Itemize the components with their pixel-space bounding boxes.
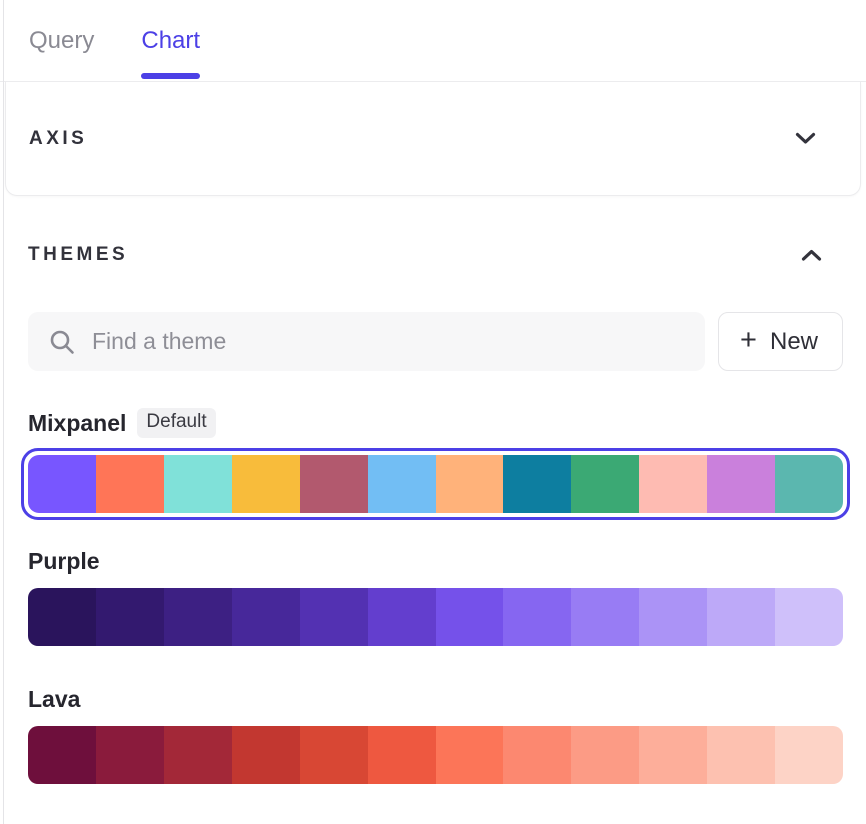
- color-swatch: [368, 455, 436, 513]
- color-swatch: [232, 726, 300, 784]
- color-swatch: [28, 588, 96, 646]
- panel-left-border: [3, 0, 4, 824]
- color-swatch: [164, 588, 232, 646]
- color-swatch: [775, 588, 843, 646]
- color-swatch: [571, 588, 639, 646]
- color-swatch: [96, 455, 164, 513]
- color-swatch: [436, 726, 504, 784]
- color-swatch: [707, 726, 775, 784]
- new-theme-button[interactable]: + New: [718, 312, 843, 371]
- color-swatch: [96, 726, 164, 784]
- color-swatch: [368, 726, 436, 784]
- axis-section-header[interactable]: AXIS: [5, 82, 861, 196]
- color-swatch: [232, 455, 300, 513]
- color-swatch: [28, 726, 96, 784]
- tab-chart[interactable]: Chart: [141, 0, 200, 81]
- theme-list: MixpanelDefaultPurpleLavaMist: [28, 408, 843, 824]
- theme-swatch-strip[interactable]: [28, 588, 843, 646]
- color-swatch: [707, 588, 775, 646]
- color-swatch: [164, 726, 232, 784]
- theme-swatch-strip[interactable]: [21, 448, 850, 520]
- theme-row-mixpanel: Mixpanel Default: [28, 408, 843, 520]
- default-badge: Default: [137, 408, 215, 438]
- chart-settings-panel: Query Chart AXIS THEMES + New: [0, 0, 866, 824]
- chevron-up-icon: [801, 249, 822, 262]
- theme-row-purple: Purple: [28, 546, 843, 646]
- swatch-container: [28, 588, 843, 646]
- search-icon: [49, 329, 75, 355]
- theme-toolbar: + New: [28, 312, 843, 371]
- theme-row-lava: Lava: [28, 684, 843, 784]
- theme-swatch-strip[interactable]: [28, 726, 843, 784]
- color-swatch: [503, 455, 571, 513]
- color-swatch: [164, 455, 232, 513]
- color-swatch: [368, 588, 436, 646]
- tab-query[interactable]: Query: [29, 0, 94, 81]
- plus-icon: +: [740, 326, 757, 355]
- chevron-down-icon: [795, 132, 816, 145]
- color-swatch: [775, 726, 843, 784]
- themes-section-header[interactable]: THEMES: [28, 226, 843, 284]
- color-swatch: [775, 455, 843, 513]
- color-swatch: [300, 726, 368, 784]
- color-swatch: [707, 455, 775, 513]
- color-swatch: [571, 726, 639, 784]
- theme-label-row: Mixpanel Default: [28, 408, 843, 438]
- color-swatch: [639, 588, 707, 646]
- themes-section-title: THEMES: [28, 244, 128, 266]
- tab-bar: Query Chart: [0, 0, 866, 82]
- color-swatch: [436, 588, 504, 646]
- themes-section: THEMES + New Mixpanel Default Purple Lava Mi…: [0, 226, 866, 824]
- color-swatch: [571, 455, 639, 513]
- theme-name: Mixpanel: [28, 410, 126, 437]
- axis-section-title: AXIS: [29, 128, 87, 150]
- swatch-container: [28, 726, 843, 784]
- color-swatch: [639, 726, 707, 784]
- color-swatch: [232, 588, 300, 646]
- theme-name: Purple: [28, 548, 100, 575]
- theme-name: Lava: [28, 686, 80, 713]
- color-swatch: [300, 455, 368, 513]
- theme-label-row: Lava: [28, 684, 843, 714]
- color-swatch: [503, 726, 571, 784]
- color-swatch: [503, 588, 571, 646]
- color-swatch: [96, 588, 164, 646]
- new-theme-button-label: New: [770, 328, 818, 356]
- color-swatch: [28, 455, 96, 513]
- theme-search[interactable]: [28, 312, 705, 371]
- theme-label-row: Purple: [28, 546, 843, 576]
- color-swatch: [300, 588, 368, 646]
- theme-search-input[interactable]: [92, 328, 705, 355]
- color-swatch: [436, 455, 504, 513]
- swatch-container: [28, 455, 843, 513]
- color-swatch: [639, 455, 707, 513]
